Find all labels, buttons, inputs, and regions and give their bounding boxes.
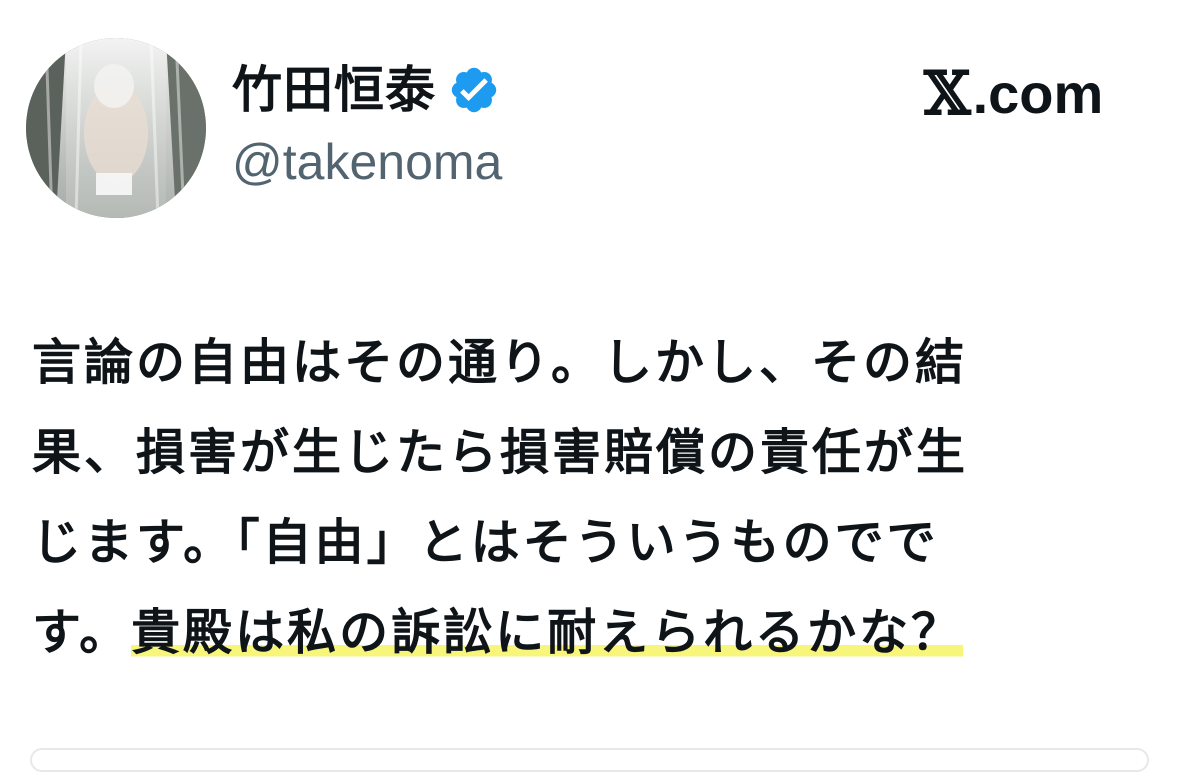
- tweet-line: 果、損害が生じたら損害賠償の責任が生: [32, 424, 969, 481]
- tweet-text: 言論の自由はその通り。しかし、その結 果、損害が生じたら損害賠償の責任が生 じま…: [32, 318, 1152, 678]
- avatar[interactable]: [26, 38, 206, 218]
- tweet-line: す。貴殿は私の訴訟に耐えられるかな？: [32, 588, 1152, 678]
- x-logo-icon: 𝕏: [924, 59, 971, 129]
- avatar-photo: [26, 38, 206, 218]
- display-name[interactable]: 竹田恒泰: [232, 58, 436, 122]
- tweet-line: 言論の自由はその通り。しかし、その結: [32, 334, 968, 391]
- highlighted-text: 貴殿は私の訴訟に耐えられるかな？: [131, 604, 964, 661]
- author-name-row: 竹田恒泰: [232, 58, 500, 122]
- embedded-card-edge: [30, 748, 1149, 772]
- tweet-line-start: す。: [32, 604, 132, 661]
- brand-domain: .com: [972, 62, 1104, 125]
- x-logo[interactable]: 𝕏 .com: [924, 62, 1103, 126]
- author-handle[interactable]: @takenoma: [232, 132, 502, 192]
- verified-badge-icon: [448, 64, 500, 116]
- tweet-line: じます。「自由」とはそういうものでで: [32, 514, 939, 571]
